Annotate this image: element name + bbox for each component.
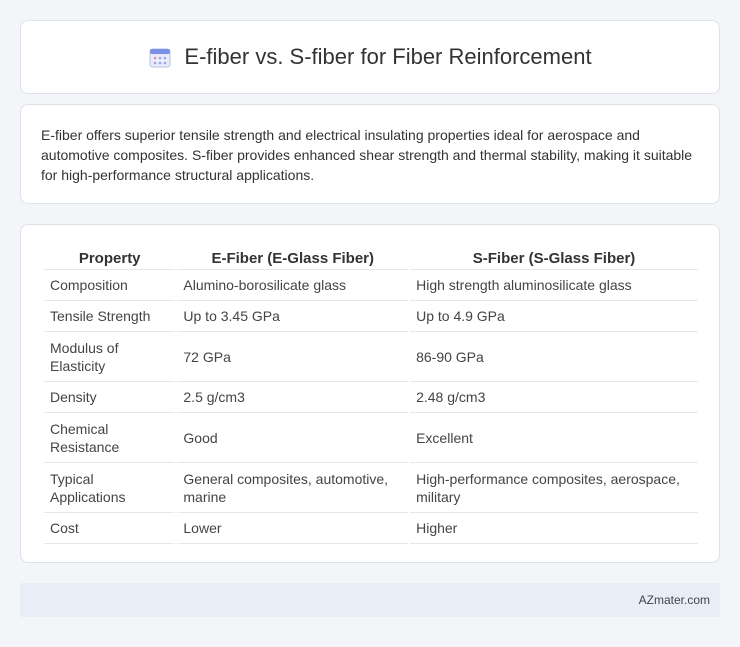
title-card: E-fiber vs. S-fiber for Fiber Reinforcem… xyxy=(20,20,720,94)
intro-card: E-fiber offers superior tensile strength… xyxy=(20,104,720,204)
table-header-row: Property E-Fiber (E-Glass Fiber) S-Fiber… xyxy=(44,245,698,270)
table-row: Density 2.5 g/cm3 2.48 g/cm3 xyxy=(44,382,698,413)
table-row: Cost Lower Higher xyxy=(44,513,698,544)
property-cell: Density xyxy=(44,382,176,413)
property-cell: Cost xyxy=(44,513,176,544)
property-cell: Chemical Resistance xyxy=(44,413,176,463)
column-header-e-fiber: E-Fiber (E-Glass Fiber) xyxy=(177,245,409,270)
s-fiber-cell: Up to 4.9 GPa xyxy=(410,301,698,332)
property-cell: Modulus of Elasticity xyxy=(44,332,176,382)
e-fiber-cell: Up to 3.45 GPa xyxy=(177,301,409,332)
property-cell: Composition xyxy=(44,270,176,301)
page-title: E-fiber vs. S-fiber for Fiber Reinforcem… xyxy=(184,44,592,69)
s-fiber-cell: 86-90 GPa xyxy=(410,332,698,382)
table-row: Chemical Resistance Good Excellent xyxy=(44,413,698,463)
s-fiber-cell: 2.48 g/cm3 xyxy=(410,382,698,413)
column-header-property: Property xyxy=(44,245,176,270)
table-card: Property E-Fiber (E-Glass Fiber) S-Fiber… xyxy=(20,224,720,563)
title-wrap: E-fiber vs. S-fiber for Fiber Reinforcem… xyxy=(148,44,592,70)
e-fiber-cell: Good xyxy=(177,413,409,463)
property-cell: Tensile Strength xyxy=(44,301,176,332)
e-fiber-cell: General composites, automotive, marine xyxy=(177,463,409,513)
intro-text: E-fiber offers superior tensile strength… xyxy=(41,127,693,183)
calendar-icon xyxy=(148,45,172,69)
table-row: Typical Applications General composites,… xyxy=(44,463,698,513)
e-fiber-cell: 2.5 g/cm3 xyxy=(177,382,409,413)
e-fiber-cell: Alumino-borosilicate glass xyxy=(177,270,409,301)
footer-site-label: AZmater.com xyxy=(638,593,710,607)
footer: AZmater.com xyxy=(20,583,720,617)
table-row: Tensile Strength Up to 3.45 GPa Up to 4.… xyxy=(44,301,698,332)
e-fiber-cell: Lower xyxy=(177,513,409,544)
property-cell: Typical Applications xyxy=(44,463,176,513)
s-fiber-cell: High-performance composites, aerospace, … xyxy=(410,463,698,513)
table-row: Composition Alumino-borosilicate glass H… xyxy=(44,270,698,301)
s-fiber-cell: Excellent xyxy=(410,413,698,463)
table-row: Modulus of Elasticity 72 GPa 86-90 GPa xyxy=(44,332,698,382)
column-header-s-fiber: S-Fiber (S-Glass Fiber) xyxy=(410,245,698,270)
e-fiber-cell: 72 GPa xyxy=(177,332,409,382)
s-fiber-cell: Higher xyxy=(410,513,698,544)
comparison-table: Property E-Fiber (E-Glass Fiber) S-Fiber… xyxy=(42,245,700,544)
s-fiber-cell: High strength aluminosilicate glass xyxy=(410,270,698,301)
